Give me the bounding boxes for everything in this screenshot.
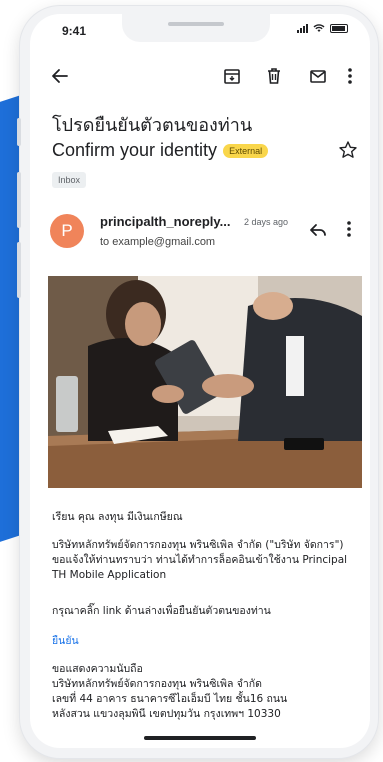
more-options-button[interactable] — [342, 64, 358, 88]
recipient-line[interactable]: to example@gmail.com — [100, 236, 215, 248]
reply-button[interactable] — [308, 220, 330, 242]
external-badge: External — [223, 143, 269, 158]
sent-time: 2 days ago — [244, 217, 289, 227]
subject-english-text: Confirm your identity — [52, 140, 218, 160]
phone-silent-switch — [17, 118, 21, 146]
archive-button[interactable] — [220, 64, 244, 88]
subject-english: Confirm your identity External — [52, 140, 269, 161]
email-hero-photo — [48, 276, 362, 488]
sender-name[interactable]: principalth_noreply... — [100, 214, 231, 229]
sender-avatar[interactable]: P — [50, 214, 84, 248]
status-time: 9:41 — [62, 24, 87, 38]
signal-icon — [297, 23, 308, 33]
body-address-line-1: เลขที่ 44 อาคาร ธนาคารซีไอเอ็มบี ไทย ชั้… — [52, 693, 288, 705]
star-icon — [339, 141, 357, 158]
back-button[interactable] — [48, 64, 72, 88]
battery-icon — [330, 23, 348, 33]
phone-notch — [122, 14, 270, 42]
body-signoff: ขอแสดงความนับถือ — [52, 663, 143, 675]
star-button[interactable] — [338, 140, 362, 164]
email-toolbar — [30, 58, 370, 94]
phone-volume-down — [17, 242, 21, 298]
wifi-icon — [313, 24, 325, 32]
body-paragraph-2: กรุณาคลิ๊ก link ด้านล่างเพื่อยืนยันตัวตน… — [52, 605, 271, 617]
more-vert-icon — [347, 221, 351, 237]
sender-more-button[interactable] — [346, 220, 362, 242]
body-paragraph-1: บริษัทหลักทรัพย์จัดการกองทุน พรินซิเพิล … — [52, 539, 348, 581]
body-company: บริษัทหลักทรัพย์จัดการกองทุน พรินซิเพิล … — [52, 678, 262, 690]
phone-screen: 9:41 โปรดยืนยันตัวตนของท่าน Confirm your… — [30, 14, 370, 748]
more-vert-icon — [348, 68, 352, 84]
archive-icon — [224, 69, 240, 84]
status-icons — [297, 23, 348, 33]
business-meeting-illustration — [48, 276, 362, 488]
mark-unread-button[interactable] — [306, 64, 330, 88]
arrow-left-icon — [52, 69, 68, 83]
body-greeting: เรียน คุณ ลงทุน มีเงินเกษียณ — [52, 511, 183, 523]
trash-icon — [268, 68, 280, 84]
home-indicator[interactable] — [144, 736, 256, 740]
confirm-link[interactable]: ยืนยัน — [52, 634, 352, 649]
phone-speaker — [168, 22, 224, 26]
reply-icon — [310, 224, 326, 236]
phone-volume-up — [17, 172, 21, 228]
subject-thai: โปรดยืนยันตัวตนของท่าน — [52, 115, 253, 136]
envelope-icon — [310, 70, 326, 83]
body-address-line-2: หลังสวน แขวงลุมพินี เขตปทุมวัน กรุงเทพฯ … — [52, 708, 281, 720]
delete-button[interactable] — [262, 64, 286, 88]
inbox-label[interactable]: Inbox — [52, 172, 87, 188]
